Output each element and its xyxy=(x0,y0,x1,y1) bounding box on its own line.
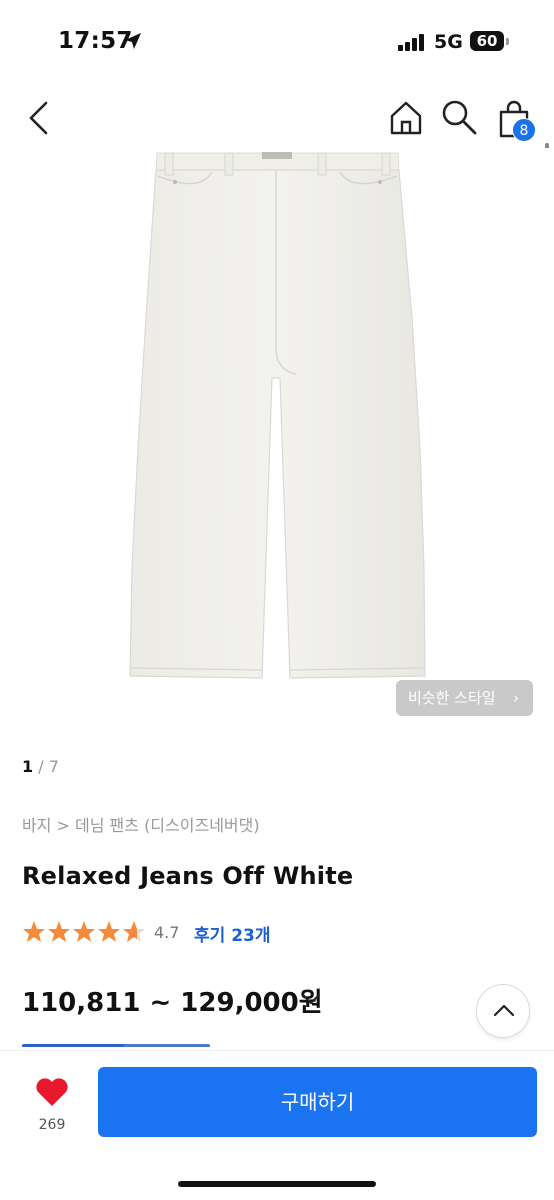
star-icon xyxy=(73,921,95,942)
star-icon xyxy=(98,921,120,942)
product-title: Relaxed Jeans Off White xyxy=(22,862,354,890)
heart-icon xyxy=(36,1078,68,1106)
cart-count-badge: 8 xyxy=(512,118,536,142)
price-range: 110,811 ~ 129,000원 xyxy=(22,988,323,1018)
tab-indicator-left xyxy=(22,1044,124,1047)
bottom-bar: 269 구매하기 xyxy=(0,1050,554,1200)
status-time: 17:57 xyxy=(58,28,133,54)
review-count-link[interactable]: 후기 23개 xyxy=(194,921,271,946)
search-icon[interactable] xyxy=(440,98,478,136)
similar-style-button[interactable]: 비슷한 스타일 › xyxy=(396,680,533,716)
status-bar: 17:57 5G 60 xyxy=(0,0,554,82)
chevron-down-icon[interactable] xyxy=(300,990,322,1008)
home-icon[interactable] xyxy=(388,100,424,136)
half-star-icon xyxy=(123,921,145,942)
network-type: 5G xyxy=(434,31,463,53)
like-count: 269 xyxy=(38,1117,66,1133)
product-image[interactable] xyxy=(0,148,554,728)
scroll-to-top-button[interactable] xyxy=(476,984,530,1038)
star-icon xyxy=(48,921,70,942)
cart-button[interactable]: 8 xyxy=(494,98,536,142)
location-arrow-icon xyxy=(125,33,141,49)
signal-icon xyxy=(398,33,426,51)
star-icon xyxy=(23,921,45,942)
rating-score: 4.7 xyxy=(154,923,180,942)
similar-style-label: 비슷한 스타일 xyxy=(408,689,496,707)
breadcrumb[interactable]: 바지 > 데님 팬츠 (디스이즈네버댓) xyxy=(22,812,260,836)
chevron-right-icon: › xyxy=(513,689,519,707)
top-nav: 8 xyxy=(0,88,554,148)
pager-separator: / xyxy=(38,757,44,776)
pager-current: 1 xyxy=(22,757,34,776)
like-button[interactable]: 269 xyxy=(22,1073,82,1143)
tab-indicator-right xyxy=(124,1044,210,1047)
back-arrow-icon[interactable] xyxy=(22,100,56,136)
pager-total: 7 xyxy=(48,757,59,776)
chevron-up-icon xyxy=(493,1004,515,1017)
jeans-image xyxy=(129,152,426,679)
battery-cap xyxy=(506,38,509,45)
buy-button[interactable]: 구매하기 xyxy=(98,1067,537,1137)
home-indicator xyxy=(178,1181,376,1187)
image-pager: 1 / 7 xyxy=(22,757,59,776)
battery-icon: 60 xyxy=(470,31,504,51)
